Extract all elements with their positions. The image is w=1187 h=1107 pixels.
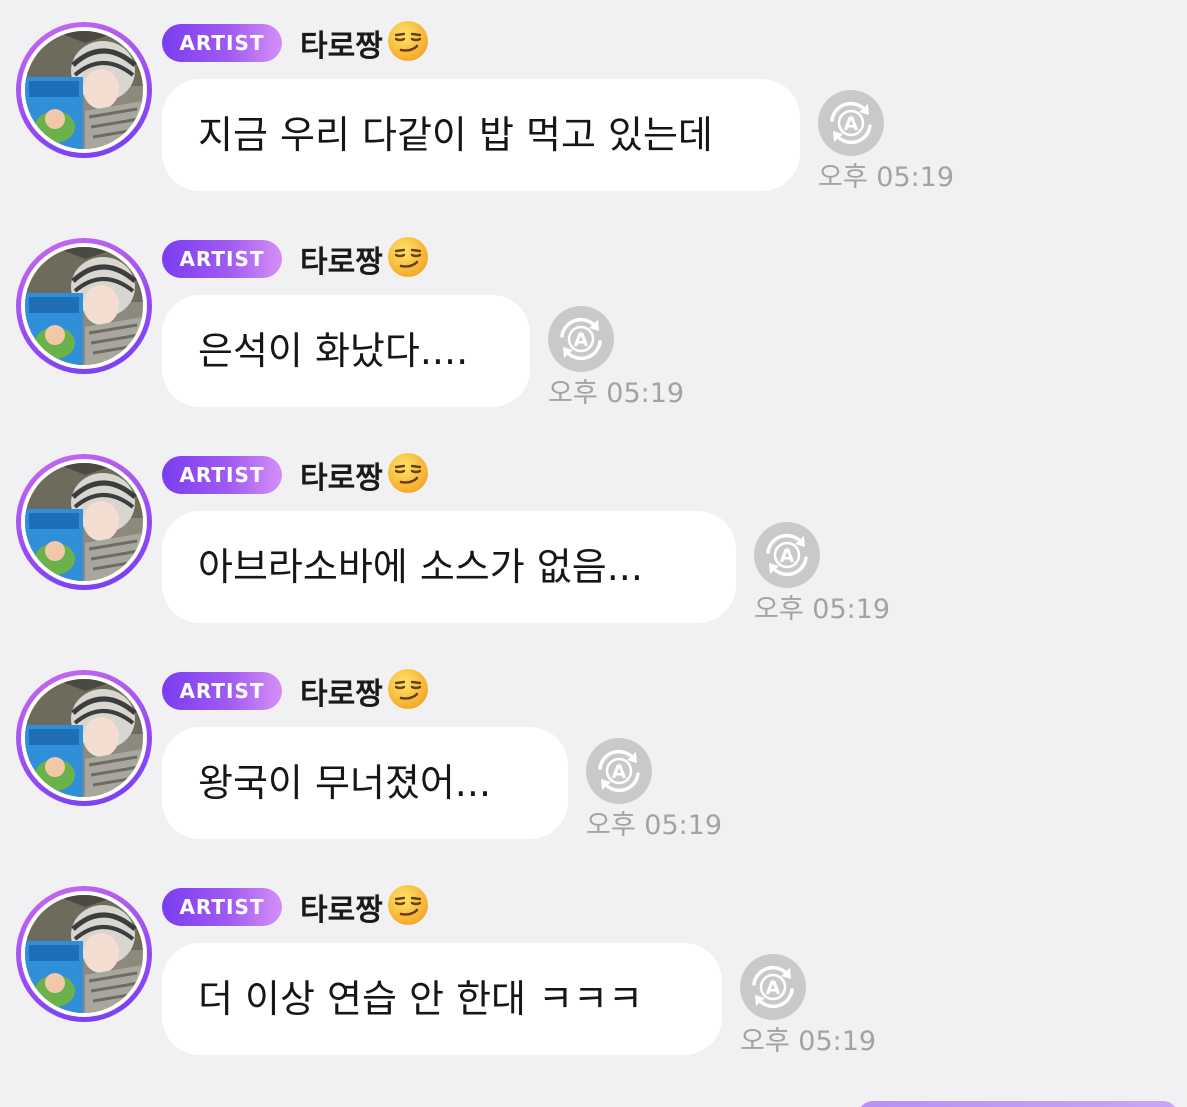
artist-badge: ARTIST [162, 888, 282, 926]
message-header: ARTIST 타로짱 [162, 884, 429, 930]
message-timestamp: 오후 05:19 [754, 594, 891, 625]
message-timestamp: 오후 05:19 [548, 378, 685, 409]
message-bubble[interactable]: 아브라소바에 소스가 없음... [162, 511, 736, 623]
chat-message: ARTIST 타로짱 왕국이 무너졌어... A 오후 05:19 [0, 648, 1187, 848]
message-timestamp: 오후 05:19 [586, 810, 723, 841]
translate-icon[interactable]: A [740, 954, 806, 1020]
sender-name[interactable]: 타로짱 [300, 21, 383, 65]
message-bubble[interactable]: 은석이 화났다.... [162, 295, 530, 407]
avatar-photo [25, 463, 143, 581]
sender-name[interactable]: 타로짱 [300, 453, 383, 497]
svg-text:A: A [780, 545, 795, 567]
avatar[interactable] [16, 454, 152, 590]
translate-icon[interactable]: A [548, 306, 614, 372]
avatar[interactable] [16, 886, 152, 1022]
sender-name[interactable]: 타로짱 [300, 237, 383, 281]
translate-icon[interactable]: A [754, 522, 820, 588]
smirking-face-icon [383, 452, 429, 498]
svg-text:A: A [766, 977, 781, 999]
message-header: ARTIST 타로짱 [162, 452, 429, 498]
svg-text:A: A [612, 761, 627, 783]
avatar[interactable] [16, 22, 152, 158]
avatar-photo [25, 895, 143, 1013]
avatar[interactable] [16, 670, 152, 806]
artist-badge: ARTIST [162, 672, 282, 710]
chat-message: ARTIST 타로짱 은석이 화났다.... A 오후 05:19 [0, 216, 1187, 416]
chat-message: ARTIST 타로짱 지금 우리 다같이 밥 먹고 있는데 A 오후 05:19 [0, 0, 1187, 200]
message-header: ARTIST 타로짱 [162, 20, 429, 66]
translate-icon[interactable]: A [818, 90, 884, 156]
avatar-photo [25, 247, 143, 365]
smirking-face-icon [383, 236, 429, 282]
outgoing-message-bubble[interactable] [858, 1101, 1178, 1107]
translate-icon[interactable]: A [586, 738, 652, 804]
chat-message: ARTIST 타로짱 아브라소바에 소스가 없음... A 오후 05:19 [0, 432, 1187, 632]
smirking-face-icon [383, 668, 429, 714]
artist-badge: ARTIST [162, 456, 282, 494]
artist-badge: ARTIST [162, 24, 282, 62]
message-timestamp: 오후 05:19 [818, 162, 955, 193]
avatar[interactable] [16, 238, 152, 374]
message-timestamp: 오후 05:19 [740, 1026, 877, 1057]
avatar-photo [25, 31, 143, 149]
message-header: ARTIST 타로짱 [162, 236, 429, 282]
artist-badge: ARTIST [162, 240, 282, 278]
smirking-face-icon [383, 884, 429, 930]
message-bubble[interactable]: 지금 우리 다같이 밥 먹고 있는데 [162, 79, 800, 191]
avatar-photo [25, 679, 143, 797]
smirking-face-icon [383, 20, 429, 66]
message-bubble[interactable]: 왕국이 무너졌어... [162, 727, 568, 839]
message-header: ARTIST 타로짱 [162, 668, 429, 714]
svg-text:A: A [844, 113, 859, 135]
chat-message-list[interactable]: ARTIST 타로짱 지금 우리 다같이 밥 먹고 있는데 A 오후 05:19 [0, 0, 1187, 1107]
message-bubble[interactable]: 더 이상 연습 안 한대 ㅋㅋㅋ [162, 943, 722, 1055]
sender-name[interactable]: 타로짱 [300, 669, 383, 713]
chat-message: ARTIST 타로짱 더 이상 연습 안 한대 ㅋㅋㅋ A 오후 05:19 [0, 864, 1187, 1064]
sender-name[interactable]: 타로짱 [300, 885, 383, 929]
svg-text:A: A [574, 329, 589, 351]
